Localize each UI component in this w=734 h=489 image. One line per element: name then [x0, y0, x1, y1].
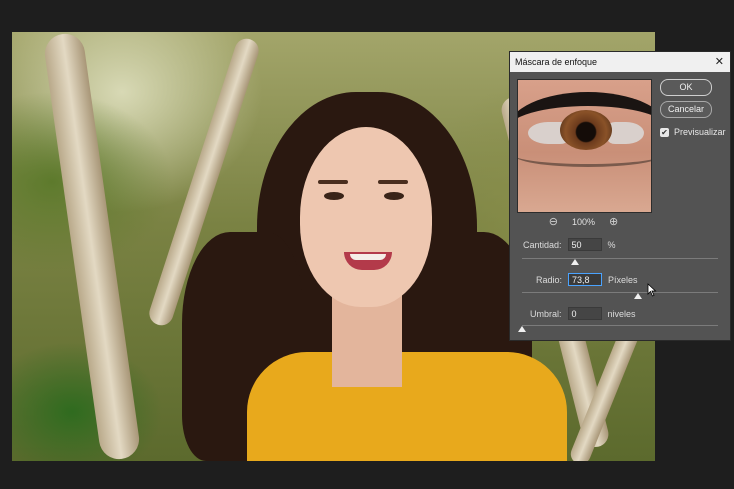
unsharp-mask-dialog: Máscara de enfoque ✕ ⊖ 100% ⊕ OK Cancela…	[509, 51, 731, 341]
radius-slider-thumb[interactable]	[633, 293, 642, 299]
amount-slider-track[interactable]	[522, 258, 718, 259]
dialog-titlebar[interactable]: Máscara de enfoque ✕	[510, 52, 730, 72]
amount-input[interactable]: 50	[567, 238, 602, 251]
threshold-label: Umbral:	[530, 308, 562, 319]
preview-thumbnail[interactable]	[517, 79, 652, 213]
amount-unit: %	[607, 239, 616, 250]
left-brow	[318, 180, 348, 184]
threshold-slider-track[interactable]	[522, 325, 718, 326]
right-brow	[378, 180, 408, 184]
threshold-unit: niveles	[607, 308, 636, 319]
checkmark-icon[interactable]: ✔	[660, 127, 669, 137]
threshold-slider-thumb[interactable]	[518, 326, 526, 332]
background-tree-trunk	[42, 32, 142, 461]
yellow-sweater	[247, 352, 567, 461]
amount-row: Cantidad: 50 %	[523, 238, 616, 251]
mouse-cursor-icon	[647, 283, 657, 297]
amount-slider-thumb[interactable]	[570, 259, 579, 265]
left-eye	[324, 192, 344, 200]
right-eye	[384, 192, 404, 200]
lower-eyelid	[518, 142, 651, 167]
ok-button[interactable]: OK	[660, 79, 712, 96]
preview-label: Previsualizar	[674, 127, 726, 137]
threshold-input[interactable]: 0	[567, 307, 602, 320]
preview-checkbox[interactable]: ✔ Previsualizar	[660, 127, 726, 137]
dialog-title: Máscara de enfoque	[515, 57, 598, 67]
close-icon[interactable]: ✕	[715, 55, 724, 68]
face	[300, 127, 432, 307]
zoom-level: 100%	[571, 216, 596, 227]
radius-unit: Píxeles	[608, 274, 638, 285]
threshold-row: Umbral: 0 niveles	[530, 307, 636, 320]
radius-row: Radio: 73,8 Píxeles	[536, 273, 638, 286]
cancel-button[interactable]: Cancelar	[660, 101, 712, 118]
teeth	[350, 254, 386, 260]
zoom-in-icon[interactable]: ⊕	[609, 215, 618, 228]
radius-slider-track[interactable]	[522, 292, 718, 293]
radius-input[interactable]: 73,8	[568, 273, 603, 286]
zoom-out-icon[interactable]: ⊖	[549, 215, 558, 228]
radius-label: Radio:	[536, 274, 563, 285]
zoom-controls: ⊖ 100% ⊕	[517, 215, 650, 228]
amount-label: Cantidad:	[523, 239, 562, 250]
